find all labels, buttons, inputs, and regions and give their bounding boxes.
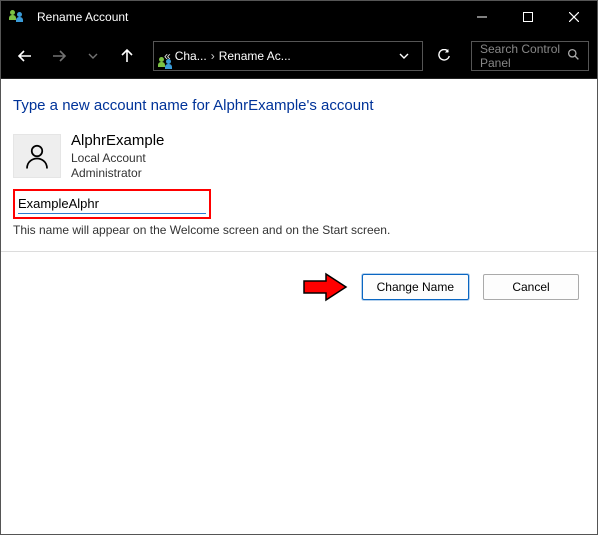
- account-name: AlphrExample: [71, 132, 164, 151]
- chevron-right-icon: ›: [211, 49, 215, 63]
- app-icon: Rename Account: [9, 9, 128, 25]
- breadcrumb-seg-rename[interactable]: Rename Ac...: [219, 49, 291, 63]
- breadcrumb-seg-change[interactable]: Cha...: [175, 49, 207, 63]
- name-input-highlight: [13, 189, 211, 219]
- account-summary: AlphrExample Local Account Administrator: [13, 132, 585, 181]
- search-placeholder: Search Control Panel: [480, 42, 567, 70]
- search-icon: [567, 48, 580, 64]
- navbar: « Cha... › Rename Ac... Search Control P…: [1, 33, 597, 79]
- titlebar: Rename Account: [1, 1, 597, 33]
- user-accounts-icon: [9, 9, 25, 25]
- cancel-button[interactable]: Cancel: [483, 274, 579, 300]
- account-type: Local Account: [71, 151, 164, 166]
- back-button[interactable]: [9, 40, 41, 72]
- breadcrumb[interactable]: « Cha... › Rename Ac...: [153, 41, 423, 71]
- page-title: Type a new account name for AlphrExample…: [13, 97, 585, 114]
- change-name-button[interactable]: Change Name: [362, 274, 469, 300]
- annotation-arrow-icon: [302, 272, 348, 302]
- help-text: This name will appear on the Welcome scr…: [13, 223, 585, 247]
- breadcrumb-dropdown[interactable]: [390, 51, 418, 61]
- button-row: Change Name Cancel: [13, 272, 585, 302]
- window-controls: [459, 1, 597, 33]
- breadcrumb-overflow[interactable]: «: [164, 49, 171, 63]
- refresh-button[interactable]: [429, 41, 459, 71]
- avatar: [13, 134, 61, 178]
- maximize-button[interactable]: [505, 1, 551, 33]
- search-input[interactable]: Search Control Panel: [471, 41, 589, 71]
- close-button[interactable]: [551, 1, 597, 33]
- up-button[interactable]: [111, 40, 143, 72]
- window-title: Rename Account: [37, 10, 128, 24]
- divider: [1, 251, 597, 252]
- minimize-button[interactable]: [459, 1, 505, 33]
- account-role: Administrator: [71, 166, 164, 181]
- recent-locations-button[interactable]: [77, 40, 109, 72]
- new-name-field[interactable]: [18, 194, 206, 214]
- content-area: Type a new account name for AlphrExample…: [1, 79, 597, 302]
- forward-button[interactable]: [43, 40, 75, 72]
